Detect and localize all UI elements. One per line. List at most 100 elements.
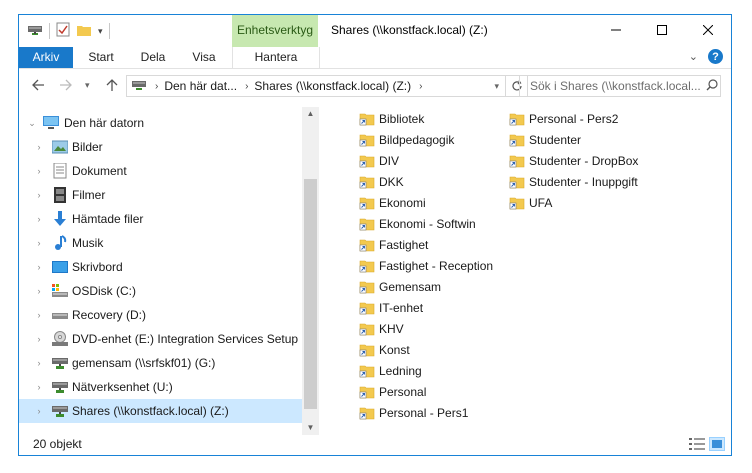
nav-item-osdisk[interactable]: › OSDisk (C:) bbox=[19, 279, 302, 303]
tab-dela[interactable]: Dela bbox=[131, 47, 175, 68]
back-button[interactable] bbox=[31, 78, 45, 95]
breadcrumb-shares[interactable]: Shares (\\konstfack.local) (Z:) bbox=[254, 79, 411, 93]
expand-arrow-icon[interactable]: › bbox=[34, 238, 44, 248]
expand-arrow-icon[interactable]: › bbox=[34, 382, 44, 392]
window-controls bbox=[593, 15, 731, 45]
folder-item[interactable]: Bibliotek bbox=[359, 108, 424, 129]
expand-arrow-icon[interactable]: › bbox=[34, 262, 44, 272]
shortcut-folder-icon bbox=[509, 175, 525, 189]
collapse-arrow-icon[interactable]: ⌄ bbox=[27, 118, 37, 129]
folder-item[interactable]: DIV bbox=[359, 150, 399, 171]
folder-item[interactable]: DKK bbox=[359, 171, 404, 192]
folder-item[interactable]: Personal - Pers2 bbox=[509, 108, 618, 129]
tab-hantera[interactable]: Hantera bbox=[232, 47, 320, 68]
nav-item-label: Bilder bbox=[72, 140, 103, 154]
scroll-up-icon[interactable]: ▲ bbox=[302, 107, 319, 121]
nav-item-videos[interactable]: › Filmer bbox=[19, 183, 302, 207]
expand-arrow-icon[interactable]: › bbox=[34, 286, 44, 296]
nav-item-desktop[interactable]: › Skrivbord bbox=[19, 255, 302, 279]
nav-item-gemensam[interactable]: › gemensam (\\srfskf01) (G:) bbox=[19, 351, 302, 375]
expand-arrow-icon[interactable]: › bbox=[34, 406, 44, 416]
network-drive-icon bbox=[52, 355, 68, 371]
close-button[interactable] bbox=[685, 15, 731, 45]
nav-item-label: Shares (\\konstfack.local) (Z:) bbox=[72, 404, 229, 418]
folder-item[interactable]: Gemensam bbox=[359, 276, 441, 297]
folder-item[interactable]: Fastighet bbox=[359, 234, 428, 255]
folder-item[interactable]: UFA bbox=[509, 192, 552, 213]
expand-ribbon-icon[interactable]: ⌄ bbox=[689, 50, 698, 63]
folder-item[interactable]: KHV bbox=[359, 318, 404, 339]
folder-item[interactable]: Bildpedagogik bbox=[359, 129, 454, 150]
folder-item[interactable]: Studenter - Inuppgift bbox=[509, 171, 638, 192]
pictures-folder-icon bbox=[52, 139, 68, 155]
forward-button[interactable] bbox=[59, 78, 73, 95]
expand-arrow-icon[interactable]: › bbox=[34, 310, 44, 320]
nav-item-music[interactable]: › Musik bbox=[19, 231, 302, 255]
address-dropdown-icon[interactable]: ▾ bbox=[494, 81, 499, 92]
folder-item[interactable]: Personal bbox=[359, 381, 426, 402]
folder-name: Gemensam bbox=[379, 279, 442, 294]
folder-item[interactable]: Studenter bbox=[509, 129, 581, 150]
search-icon[interactable] bbox=[706, 78, 718, 94]
properties-icon[interactable] bbox=[56, 22, 70, 40]
minimize-button[interactable] bbox=[593, 15, 639, 45]
help-icon[interactable]: ? bbox=[708, 49, 723, 64]
network-drive-icon bbox=[27, 23, 43, 40]
breadcrumb-separator[interactable]: › bbox=[245, 81, 248, 92]
nav-item-label: Filmer bbox=[72, 188, 106, 202]
drive-icon bbox=[52, 307, 68, 323]
folder-name: Ekonomi - Softwin bbox=[379, 216, 476, 231]
ribbon-tabs: Arkiv Start Dela Visa Hantera ⌄ ? bbox=[19, 47, 731, 69]
tab-start[interactable]: Start bbox=[81, 47, 121, 68]
tab-arkiv[interactable]: Arkiv bbox=[19, 47, 73, 68]
breadcrumb-separator[interactable]: › bbox=[419, 81, 422, 92]
scrollbar-thumb[interactable] bbox=[304, 179, 317, 409]
folder-item[interactable]: Ledning bbox=[359, 360, 422, 381]
new-folder-icon[interactable] bbox=[76, 23, 92, 40]
title-bar: ▾ Enhetsverktyg Shares (\\konstfack.loca… bbox=[19, 15, 731, 47]
videos-folder-icon bbox=[52, 187, 68, 203]
nav-scrollbar[interactable]: ▲ ▼ bbox=[302, 107, 319, 435]
expand-arrow-icon[interactable]: › bbox=[34, 142, 44, 152]
forward-arrow-icon bbox=[60, 79, 72, 91]
nav-item-documents[interactable]: › Dokument bbox=[19, 159, 302, 183]
expand-arrow-icon[interactable]: › bbox=[34, 166, 44, 176]
breadcrumb-separator[interactable]: › bbox=[155, 81, 158, 92]
maximize-button[interactable] bbox=[639, 15, 685, 45]
up-button[interactable] bbox=[105, 78, 119, 95]
nav-item-label: Musik bbox=[72, 236, 104, 250]
nav-item-dvd[interactable]: › DVD-enhet (E:) Integration Services Se… bbox=[19, 327, 302, 351]
details-view-icon[interactable] bbox=[689, 437, 705, 451]
folder-item[interactable]: Personal - Pers1 bbox=[359, 402, 468, 423]
search-box[interactable] bbox=[519, 75, 721, 97]
folder-item[interactable]: Konst bbox=[359, 339, 410, 360]
status-bar: 20 objekt bbox=[19, 435, 731, 455]
recent-locations-button[interactable]: ▾ bbox=[85, 80, 90, 91]
shortcut-folder-icon bbox=[359, 175, 375, 189]
expand-arrow-icon[interactable]: › bbox=[34, 214, 44, 224]
nav-item-natverksenhet[interactable]: › Nätverksenhet (U:) bbox=[19, 375, 302, 399]
expand-arrow-icon[interactable]: › bbox=[34, 334, 44, 344]
shortcut-folder-icon bbox=[509, 154, 525, 168]
nav-item-shares[interactable]: › Shares (\\konstfack.local) (Z:) bbox=[19, 399, 302, 423]
customize-toolbar-icon[interactable]: ▾ bbox=[98, 26, 103, 37]
large-icons-view-icon[interactable] bbox=[709, 437, 725, 451]
expand-arrow-icon[interactable]: › bbox=[34, 358, 44, 368]
folder-item[interactable]: Ekonomi bbox=[359, 192, 426, 213]
scroll-down-icon[interactable]: ▼ bbox=[302, 421, 319, 435]
nav-item-downloads[interactable]: › Hämtade filer bbox=[19, 207, 302, 231]
folder-item[interactable]: Ekonomi - Softwin bbox=[359, 213, 476, 234]
explorer-window: ▾ Enhetsverktyg Shares (\\konstfack.loca… bbox=[18, 14, 732, 456]
breadcrumb-this-pc[interactable]: Den här dat... bbox=[164, 79, 237, 93]
nav-item-recovery[interactable]: › Recovery (D:) bbox=[19, 303, 302, 327]
folder-item[interactable]: IT-enhet bbox=[359, 297, 423, 318]
nav-item-pictures[interactable]: › Bilder bbox=[19, 135, 302, 159]
folder-item[interactable]: Studenter - DropBox bbox=[509, 150, 638, 171]
expand-arrow-icon[interactable]: › bbox=[34, 190, 44, 200]
search-input[interactable] bbox=[528, 78, 702, 94]
folder-name: Studenter - Inuppgift bbox=[529, 174, 638, 189]
nav-item-this-pc[interactable]: ⌄ Den här datorn bbox=[19, 111, 302, 135]
folder-item[interactable]: Fastighet - Reception bbox=[359, 255, 493, 276]
address-field[interactable]: › Den här dat... › Shares (\\konstfack.l… bbox=[126, 75, 506, 97]
tab-visa[interactable]: Visa bbox=[182, 47, 226, 68]
